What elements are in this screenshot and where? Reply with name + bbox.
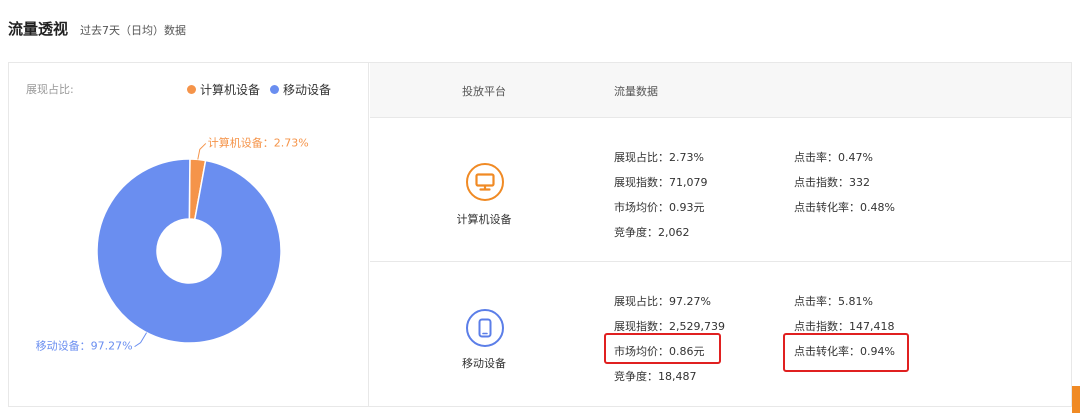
header-traffic-data: 流量数据 <box>614 85 658 98</box>
leader-line-mobile <box>134 332 148 348</box>
traffic-table: 投放平台 流量数据 计算机设备 展现占比：2.73% 展现指数：71,079 市… <box>370 63 1071 406</box>
section-subtitle: 过去7天（日均）数据 <box>80 24 187 37</box>
side-tab[interactable] <box>1072 386 1080 413</box>
monitor-icon <box>466 163 504 201</box>
click-index: 点击指数：147,418 <box>794 320 895 333</box>
impression-index: 展现指数：2,529,739 <box>614 320 725 333</box>
click-rate: 点击率：5.81% <box>794 295 873 308</box>
platform-cell: 计算机设备 <box>430 119 538 262</box>
avg-market-price: 市场均价：0.93元 <box>614 201 705 214</box>
highlight-box-avg-price <box>604 333 721 364</box>
click-rate: 点击率：0.47% <box>794 151 873 164</box>
highlight-box-conversion-rate <box>783 333 909 372</box>
chart-area: 展现占比: 计算机设备 移动设备 计算机设备：2.73% 移动设备：97.27% <box>9 63 369 406</box>
platform-name: 计算机设备 <box>456 213 512 226</box>
competition: 竞争度：18,487 <box>614 370 697 383</box>
section-title: 流量透视 <box>8 20 69 38</box>
pie-label-desktop: 计算机设备：2.73% <box>208 135 309 149</box>
leader-line-desktop <box>197 143 207 160</box>
impression-share: 展现占比：97.27% <box>614 295 711 308</box>
impression-share: 展现占比：2.73% <box>614 151 704 164</box>
click-conversion-rate: 点击转化率：0.48% <box>794 201 895 214</box>
click-index: 点击指数：332 <box>794 176 870 189</box>
table-row-mobile: 移动设备 展现占比：97.27% 展现指数：2,529,739 市场均价：0.8… <box>370 263 1071 406</box>
competition: 竞争度：2,062 <box>614 226 690 239</box>
pie-label-mobile: 移动设备：97.27% <box>36 339 133 353</box>
platform-name: 移动设备 <box>462 357 506 370</box>
table-row-desktop: 计算机设备 展现占比：2.73% 展现指数：71,079 市场均价：0.93元 … <box>370 119 1071 262</box>
table-header: 投放平台 流量数据 <box>370 63 1071 118</box>
phone-icon <box>466 309 504 347</box>
donut-chart: 计算机设备：2.73% 移动设备：97.27% <box>36 135 309 353</box>
section-header: 流量透视 过去7天（日均）数据 <box>8 18 186 46</box>
traffic-panel: 展现占比: 计算机设备 移动设备 计算机设备：2.73% 移动设备：97.27% … <box>8 62 1072 407</box>
pie-slice-mobile[interactable] <box>96 158 282 344</box>
impression-index: 展现指数：71,079 <box>614 176 708 189</box>
header-platform: 投放平台 <box>462 85 506 98</box>
platform-cell: 移动设备 <box>430 263 538 406</box>
